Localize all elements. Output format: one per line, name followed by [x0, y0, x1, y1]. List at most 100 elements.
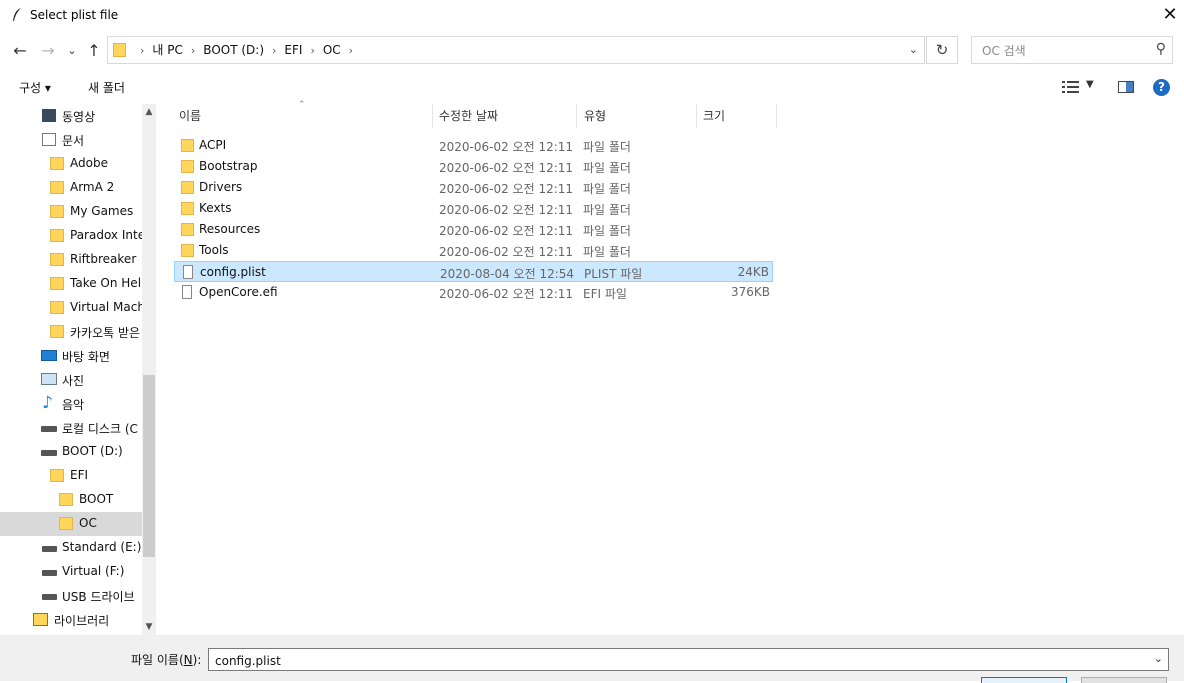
- drive-icon: [41, 450, 57, 456]
- sidebar-item-paradox[interactable]: Paradox Inter: [0, 224, 142, 248]
- folder-icon: [59, 517, 73, 530]
- footer-bar: 파일 이름(N): ⌄: [0, 635, 1184, 683]
- column-divider[interactable]: [576, 104, 577, 128]
- title-bar: Select plist file ✕: [0, 0, 1184, 31]
- file-size: 376KB: [730, 285, 770, 299]
- column-header-date[interactable]: 수정한 날짜: [439, 104, 577, 128]
- sidebar-item-label: Riftbreaker: [70, 252, 137, 266]
- preview-pane-icon[interactable]: [1118, 81, 1134, 93]
- breadcrumb-item-oc[interactable]: OC: [323, 43, 341, 57]
- sidebar-item-riftbreaker[interactable]: Riftbreaker: [0, 248, 142, 272]
- help-icon[interactable]: ?: [1153, 79, 1170, 96]
- file-row[interactable]: OpenCore.efi 2020-06-02 오전 12:11 EFI 파일 …: [174, 282, 773, 303]
- forward-button[interactable]: →: [38, 40, 58, 62]
- sidebar-item-take-on-heli[interactable]: Take On Heli: [0, 272, 142, 296]
- chevron-right-icon[interactable]: ›: [349, 44, 353, 57]
- sidebar-item-libraries[interactable]: 라이브러리: [0, 608, 142, 632]
- file-type: EFI 파일: [583, 287, 627, 301]
- sidebar-item-videos[interactable]: 동영상: [0, 104, 142, 128]
- address-dropdown-icon[interactable]: ⌄: [909, 37, 918, 63]
- search-input[interactable]: [980, 41, 1144, 61]
- sidebar-item-music[interactable]: ♪ 음악: [0, 392, 142, 416]
- sidebar-item-oc[interactable]: OC: [0, 512, 142, 536]
- chevron-right-icon[interactable]: ›: [191, 44, 195, 57]
- folder-icon: [50, 229, 64, 242]
- sidebar-item-documents[interactable]: 문서: [0, 128, 142, 152]
- folder-icon: [50, 277, 64, 290]
- file-type: 파일 폴더: [583, 161, 631, 175]
- sidebar-item-desktop[interactable]: 바탕 화면: [0, 344, 142, 368]
- drive-icon: [42, 546, 57, 552]
- folder-icon: [50, 157, 64, 170]
- sidebar-item-label: 문서: [62, 134, 85, 148]
- recent-locations-button[interactable]: ⌄: [64, 40, 80, 62]
- breadcrumb-item-this-pc[interactable]: 내 PC: [152, 43, 182, 57]
- file-row[interactable]: Drivers 2020-06-02 오전 12:11 파일 폴더: [174, 177, 773, 198]
- column-header-size[interactable]: 크기: [703, 104, 773, 128]
- refresh-button[interactable]: ↻: [926, 36, 958, 64]
- breadcrumb-item-boot-drive[interactable]: BOOT (D:): [203, 43, 264, 57]
- sidebar-item-standard-e[interactable]: Standard (E:): [0, 536, 142, 560]
- cancel-button[interactable]: [1081, 677, 1167, 683]
- file-row[interactable]: ACPI 2020-06-02 오전 12:11 파일 폴더: [174, 135, 773, 156]
- sidebar-item-usb-drive[interactable]: USB 드라이브: [0, 584, 142, 608]
- drive-icon: [42, 594, 57, 600]
- file-icon: [183, 265, 193, 279]
- open-button[interactable]: [981, 677, 1067, 683]
- sidebar-item-adobe[interactable]: Adobe: [0, 152, 142, 176]
- file-type: 파일 폴더: [583, 203, 631, 217]
- view-options-icon[interactable]: [1062, 80, 1080, 94]
- file-row[interactable]: Bootstrap 2020-06-02 오전 12:11 파일 폴더: [174, 156, 773, 177]
- filename-label-prefix: 파일 이름(: [131, 653, 184, 667]
- sidebar-scrollbar[interactable]: ▲ ▼: [142, 104, 156, 635]
- sidebar-item-efi[interactable]: EFI: [0, 464, 142, 488]
- file-date: 2020-06-02 오전 12:11: [439, 182, 574, 196]
- address-bar[interactable]: › 내 PC › BOOT (D:) › EFI › OC › ⌄: [107, 36, 925, 64]
- file-row[interactable]: Kexts 2020-06-02 오전 12:11 파일 폴더: [174, 198, 773, 219]
- sidebar-item-virtual-mach[interactable]: Virtual Mach: [0, 296, 142, 320]
- column-header-type[interactable]: 유형: [584, 104, 694, 128]
- drive-icon: [41, 426, 57, 432]
- search-box[interactable]: ⚲: [971, 36, 1173, 64]
- folder-icon: [113, 43, 126, 57]
- view-dropdown-icon[interactable]: ▼: [1086, 79, 1094, 90]
- sidebar-item-arma2[interactable]: ArmA 2: [0, 176, 142, 200]
- sidebar-item-my-games[interactable]: My Games: [0, 200, 142, 224]
- sidebar-item-boot[interactable]: BOOT: [0, 488, 142, 512]
- close-button[interactable]: ✕: [1156, 0, 1184, 31]
- scroll-up-icon[interactable]: ▲: [142, 104, 156, 120]
- sidebar-item-kakaotalk[interactable]: 카카오톡 받은: [0, 320, 142, 344]
- sidebar-item-virtual-f[interactable]: Virtual (F:): [0, 560, 142, 584]
- breadcrumb-item-efi[interactable]: EFI: [284, 43, 302, 57]
- file-row-selected[interactable]: config.plist 2020-08-04 오전 12:54 PLIST 파…: [174, 261, 773, 282]
- sidebar-item-pictures[interactable]: 사진: [0, 368, 142, 392]
- column-header-name[interactable]: 이름: [179, 104, 429, 128]
- sidebar-item-label: 라이브러리: [54, 614, 110, 628]
- file-date: 2020-06-02 오전 12:11: [439, 245, 574, 259]
- column-divider[interactable]: [776, 104, 777, 128]
- sidebar-item-label: EFI: [70, 468, 89, 482]
- sidebar-item-boot-d[interactable]: BOOT (D:): [0, 440, 142, 464]
- file-name: Kexts: [199, 201, 232, 215]
- window-title: Select plist file: [30, 8, 119, 22]
- file-list: ⌃ 이름 수정한 날짜 유형 크기 ACPI 2020-06-02 오전 12:…: [157, 100, 1184, 635]
- back-button[interactable]: ←: [10, 40, 30, 62]
- sidebar-item-local-disk-c[interactable]: 로컬 디스크 (C: [0, 416, 142, 440]
- up-button[interactable]: ↑: [85, 40, 103, 62]
- column-divider[interactable]: [696, 104, 697, 128]
- filename-combobox[interactable]: ⌄: [208, 648, 1169, 671]
- library-icon: [33, 613, 48, 626]
- scrollbar-thumb[interactable]: [143, 375, 155, 557]
- organize-button[interactable]: 구성 ▾: [19, 79, 51, 96]
- file-date: 2020-06-02 오전 12:11: [439, 161, 574, 175]
- chevron-right-icon[interactable]: ›: [310, 44, 314, 57]
- sidebar-item-label: 음악: [62, 398, 85, 412]
- chevron-down-icon[interactable]: ⌄: [1154, 652, 1163, 665]
- file-row[interactable]: Tools 2020-06-02 오전 12:11 파일 폴더: [174, 240, 773, 261]
- file-row[interactable]: Resources 2020-06-02 오전 12:11 파일 폴더: [174, 219, 773, 240]
- filename-input[interactable]: [213, 651, 1117, 670]
- chevron-right-icon[interactable]: ›: [272, 44, 276, 57]
- new-folder-button[interactable]: 새 폴더: [88, 79, 125, 96]
- column-divider[interactable]: [432, 104, 433, 128]
- scroll-down-icon[interactable]: ▼: [142, 619, 156, 635]
